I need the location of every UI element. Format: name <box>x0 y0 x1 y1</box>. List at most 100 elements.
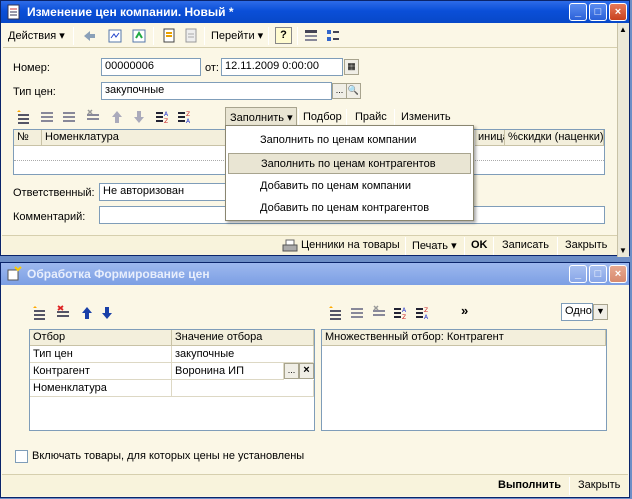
close-button[interactable]: Закрыть <box>565 239 607 251</box>
select-button[interactable]: ... <box>332 83 347 99</box>
column-header-multi-filter[interactable]: Множественный отбор: Контрагент <box>322 330 606 346</box>
toolbar-separator <box>297 27 298 45</box>
move-down-icon[interactable] <box>99 305 115 321</box>
printer-icon <box>282 239 298 252</box>
menu-item-fill-contractor-prices[interactable]: Заполнить по ценам контрагентов <box>228 153 471 174</box>
refresh-icon[interactable] <box>131 28 147 44</box>
search-icon[interactable]: 🔍 <box>346 83 361 99</box>
back-arrow-icon[interactable] <box>81 28 97 44</box>
column-header-discount[interactable]: %скидки (наценки) <box>505 130 604 146</box>
maximize-button[interactable]: □ <box>589 3 607 21</box>
filter-value-cell[interactable] <box>172 380 314 397</box>
svg-text:A: A <box>424 314 429 321</box>
filter-value-cell[interactable]: закупочные <box>172 346 314 363</box>
minimize-button[interactable]: _ <box>569 265 587 283</box>
window-title: Обработка Формирование цен <box>27 267 210 281</box>
svg-text:Z: Z <box>164 118 168 125</box>
close-window-button[interactable]: × <box>609 265 627 283</box>
window-title-bar[interactable]: Обработка Формирование цен _ □ × <box>1 263 629 285</box>
pick-button[interactable]: Подбор <box>303 111 342 123</box>
minimize-button[interactable]: _ <box>569 3 587 21</box>
main-toolbar: Действия ▾ Перейти ▾ ? <box>3 24 627 48</box>
filter-table[interactable]: Отбор Значение отбора Тип цен закупочные… <box>29 329 315 431</box>
column-header-filter-value[interactable]: Значение отбора <box>172 330 314 346</box>
toolbar-separator <box>153 27 154 45</box>
move-up-icon[interactable] <box>79 305 95 321</box>
list-view-icon[interactable] <box>303 28 319 44</box>
ok-button[interactable]: OK <box>471 239 488 251</box>
menu-item-fill-company-prices[interactable]: Заполнить по ценам компании <box>228 130 471 151</box>
close-button[interactable]: Закрыть <box>578 479 620 491</box>
move-up-icon[interactable] <box>109 109 125 125</box>
maximize-button[interactable]: □ <box>589 265 607 283</box>
include-unpriced-checkbox[interactable] <box>15 450 28 463</box>
sort-desc-icon[interactable]: ZA <box>177 109 193 125</box>
clear-icon[interactable]: × <box>299 363 314 379</box>
price-tags-button[interactable]: Ценники на товары <box>301 239 400 251</box>
window-title-bar[interactable]: Изменение цен компании. Новый * _ □ × <box>1 1 629 23</box>
delete-row-icon[interactable] <box>371 305 387 321</box>
help-label: ? <box>280 29 287 41</box>
date-field[interactable]: 12.11.2009 0:00:00 <box>221 58 343 76</box>
svg-text:A: A <box>402 307 407 314</box>
mode-select[interactable]: Одно <box>561 303 593 321</box>
help-button[interactable]: ? <box>275 27 292 44</box>
delete-row-icon[interactable] <box>85 109 101 125</box>
add-filter-icon[interactable] <box>31 305 47 321</box>
sort-asc-icon[interactable]: AZ <box>393 305 409 321</box>
structure-icon[interactable] <box>107 28 123 44</box>
column-header-unit[interactable]: иница <box>475 130 505 146</box>
goto-menu-button[interactable]: Перейти ▾ <box>211 29 263 42</box>
delete-filter-icon[interactable] <box>55 305 71 321</box>
svg-text:Z: Z <box>424 307 428 314</box>
select-button[interactable]: ... <box>284 363 299 379</box>
goto-label: Перейти <box>211 30 255 42</box>
toolbar-separator <box>268 27 269 45</box>
print-label: Печать <box>412 240 449 252</box>
column-header-filter[interactable]: Отбор <box>30 330 172 346</box>
document-move-icon[interactable] <box>161 28 177 44</box>
document-icon <box>7 4 20 20</box>
fill-menu-button[interactable]: Заполнить ▾ <box>225 107 297 127</box>
sort-asc-icon[interactable]: AZ <box>155 109 171 125</box>
chevron-down-icon[interactable]: ▼ <box>593 304 608 320</box>
edit-row-icon[interactable] <box>61 109 77 125</box>
change-button[interactable]: Изменить <box>401 111 451 123</box>
svg-text:A: A <box>186 118 191 125</box>
execute-button[interactable]: Выполнить <box>498 479 561 491</box>
scroll-down-button[interactable]: ▼ <box>619 246 627 255</box>
copy-row-icon[interactable] <box>39 109 55 125</box>
filter-name-cell[interactable]: Контрагент <box>30 363 172 380</box>
add-row-icon[interactable] <box>327 305 343 321</box>
menu-item-add-company-prices[interactable]: Добавить по ценам компании <box>228 176 471 197</box>
responsible-field[interactable]: Не авторизован <box>99 183 229 201</box>
menu-item-add-contractor-prices[interactable]: Добавить по ценам контрагентов <box>228 198 471 219</box>
close-window-button[interactable]: × <box>609 3 627 21</box>
filter-name-cell[interactable]: Тип цен <box>30 346 172 363</box>
processing-icon <box>7 266 22 281</box>
column-header-item[interactable]: Номенклатура <box>42 130 232 146</box>
copy-row-icon[interactable] <box>349 305 365 321</box>
record-button[interactable]: Записать <box>502 239 549 251</box>
vertical-scrollbar[interactable]: ▲ ▼ <box>617 23 629 257</box>
tree-view-icon[interactable] <box>325 28 341 44</box>
print-menu-button[interactable]: Печать ▾ <box>412 239 457 252</box>
move-down-icon[interactable] <box>131 109 147 125</box>
toolbar-separator <box>464 237 465 255</box>
actions-menu-button[interactable]: Действия ▾ <box>8 29 65 42</box>
scroll-up-button[interactable]: ▲ <box>619 25 627 34</box>
multi-filter-list[interactable]: Множественный отбор: Контрагент <box>321 329 607 431</box>
toolbar-separator <box>493 237 494 255</box>
filter-value-cell[interactable]: Воронина ИП <box>172 363 284 380</box>
price-type-label: Тип цен: <box>13 86 56 98</box>
price-list-button[interactable]: Прайс <box>355 111 387 123</box>
number-field[interactable]: 00000006 <box>101 58 201 76</box>
sort-desc-icon[interactable]: ZA <box>415 305 431 321</box>
add-row-icon[interactable] <box>15 109 31 125</box>
document-post-icon[interactable] <box>183 28 199 44</box>
column-header-number[interactable]: № <box>14 130 42 146</box>
calendar-icon[interactable]: ▦ <box>344 59 359 75</box>
price-type-field[interactable]: закупочные <box>101 82 332 100</box>
more-actions-button[interactable]: » <box>461 303 468 318</box>
filter-name-cell[interactable]: Номенклатура <box>30 380 172 397</box>
